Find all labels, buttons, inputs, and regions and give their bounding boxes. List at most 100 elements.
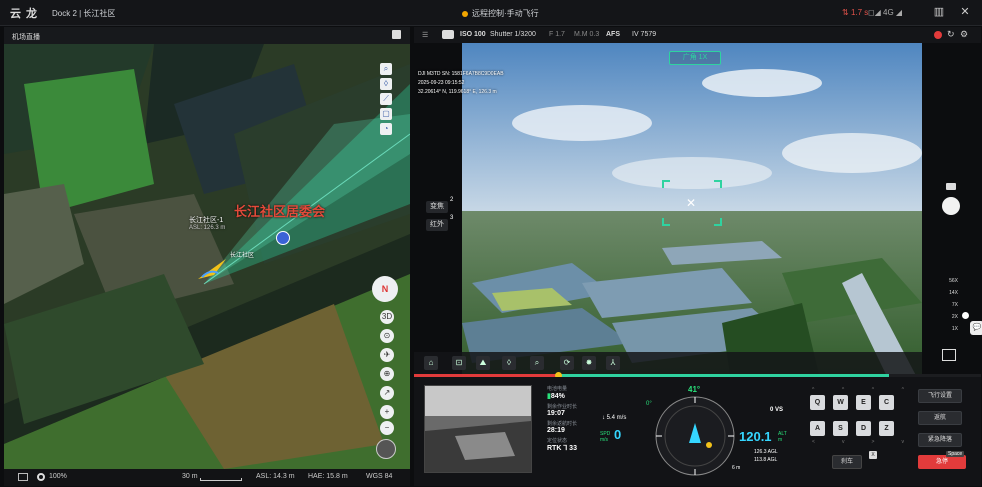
spotlight-icon[interactable]: ✸	[582, 356, 596, 370]
layers-icon[interactable]	[18, 473, 28, 481]
altitude-value: 120.1	[739, 429, 772, 444]
photo-mode-icon[interactable]	[946, 183, 956, 190]
keys-row2: A S D Z	[810, 421, 894, 436]
record-icon[interactable]	[934, 31, 942, 39]
zoom-level-14x[interactable]: 14X	[942, 287, 958, 299]
expand-icon[interactable]	[392, 30, 401, 39]
terrain-icon[interactable]: ⛰	[476, 356, 490, 370]
infrared-mode-button[interactable]: 红外	[426, 219, 448, 231]
map-marker-icon[interactable]: ◊	[380, 78, 392, 90]
osd-time: 2025-09-23 09:15:52	[418, 80, 465, 86]
speed-value: 0	[614, 427, 622, 442]
zoom-level-1x[interactable]: 1X	[942, 323, 958, 335]
flight-settings-button[interactable]: 飞行设置	[918, 389, 962, 403]
heading-value: 41°	[688, 385, 701, 394]
shutter-value[interactable]: Shutter 1/3200	[490, 31, 536, 38]
zoom-slider-handle[interactable]	[962, 312, 969, 319]
zoom-out-button[interactable]: −	[380, 421, 394, 435]
iso-value[interactable]: ISO 100	[460, 31, 486, 38]
locate-icon[interactable]: ⊙	[380, 329, 394, 343]
latency-indicator: ⇅ 1.7 s	[842, 8, 868, 17]
app-logo: 云 龙	[10, 8, 39, 20]
return-home-button[interactable]: 返航	[918, 411, 962, 425]
title-bar: 云 龙 Dock 2 | 长江社区 远程控制·手动飞行 ⇅ 1.7 s ◻◢ 4…	[0, 0, 982, 26]
emergency-stop-button[interactable]: 急停	[918, 455, 966, 469]
frame-icon[interactable]: ⊡	[452, 356, 466, 370]
compass-icon[interactable]: N	[372, 276, 398, 302]
distance-value: 6 m	[732, 465, 741, 471]
key-s[interactable]: S	[833, 421, 848, 436]
rtk-label: 定位状态	[547, 438, 568, 444]
refresh-icon[interactable]: ↻	[947, 29, 955, 40]
key-w[interactable]: W	[833, 395, 848, 410]
target-icon[interactable]: ⊕	[380, 367, 394, 381]
target-asl-label: ASL: 126.3 m	[189, 225, 226, 231]
zoom-level-56x[interactable]: 56X	[942, 275, 958, 287]
map-area-icon[interactable]: ▢	[380, 108, 392, 120]
minimap-icon[interactable]	[376, 439, 396, 459]
keys-row1: Q W E C	[810, 395, 894, 410]
fstop-value: F 1.7	[549, 31, 565, 38]
target-reticle: ✕	[662, 180, 722, 226]
altitude-unit: ALT m	[778, 431, 787, 443]
3d-toggle-button[interactable]: 3D	[380, 310, 394, 324]
reticle-center-icon: ✕	[686, 196, 697, 210]
space-key-tag: Space	[946, 451, 965, 457]
map-panel: 机场直播 长江社区居委会 长江社区-1 ASL: 126.3 m 长江社区 ⌕ …	[4, 27, 410, 486]
heading-small: 0°	[646, 401, 652, 407]
key-z[interactable]: Z	[879, 421, 894, 436]
pin-icon[interactable]: ◊	[502, 356, 516, 370]
village-label: 长江社区居委会	[234, 204, 326, 219]
battery-label: 电池电量	[547, 386, 568, 392]
aircraft-icon[interactable]: ✈	[380, 348, 394, 362]
key-a[interactable]: A	[810, 421, 825, 436]
brake-button[interactable]: 刹车	[832, 455, 862, 469]
mm-value: M.M 0.3	[574, 31, 600, 38]
flight-hud: 电池电量 ▮84% 剩余作业时长 19:07 剩余返航时长 28:19 定位状态…	[414, 377, 981, 486]
drone-position-icon	[198, 259, 226, 279]
key-c[interactable]: C	[879, 395, 894, 410]
measure-icon[interactable]: ↗	[380, 386, 394, 400]
camera-icon[interactable]	[442, 30, 454, 39]
scale-bar	[200, 478, 242, 481]
flight-mode-label: 远程控制·手动飞行	[472, 9, 539, 18]
lens-badge[interactable]: 广角 1X	[669, 51, 721, 65]
zoom-mode-button[interactable]: 变焦	[426, 201, 448, 213]
key-d[interactable]: D	[856, 421, 871, 436]
map-line-icon[interactable]: ⟋	[380, 93, 392, 105]
asl-readout: ASL: 14.3 m	[256, 473, 295, 480]
keys-caret-row2: < v > v	[812, 439, 904, 445]
chat-icon[interactable]: 💬	[970, 321, 982, 335]
map-search-icon[interactable]: ⌕	[380, 63, 392, 75]
settings-gear-icon[interactable]: ⚙	[960, 29, 968, 40]
map-panel-header: 机场直播	[4, 27, 410, 44]
menu-icon[interactable]: ☰	[422, 31, 428, 39]
layout-grid-icon[interactable]: ▥	[932, 5, 946, 19]
map-circle-icon[interactable]: ◔	[380, 123, 392, 135]
fpv-preview[interactable]	[424, 385, 532, 473]
fullscreen-icon[interactable]	[942, 349, 956, 361]
zoom-level-2x[interactable]: 2X	[942, 311, 958, 323]
scale-label: 30 m	[182, 473, 198, 480]
zoom-search-icon[interactable]: ⌕	[530, 356, 544, 370]
map-right-tools: 3D ⊙ ✈ ⊕ ↗ + −	[380, 310, 394, 435]
vertical-speed: 0 VS	[770, 407, 784, 413]
emergency-landing-button[interactable]: 紧急降落	[918, 433, 962, 447]
home-icon[interactable]: ⌂	[424, 356, 438, 370]
agl-secondary: 113.8 AGL	[754, 457, 778, 463]
key-e[interactable]: E	[856, 395, 871, 410]
datum-readout: WGS 84	[366, 473, 393, 480]
zoom-in-button[interactable]: +	[380, 405, 394, 419]
zoom-level-7x[interactable]: 7X	[942, 299, 958, 311]
shutter-button[interactable]	[942, 197, 960, 215]
key-q[interactable]: Q	[810, 395, 825, 410]
window-title: Dock 2 | 长江社区	[52, 9, 116, 18]
focus-mode[interactable]: AFS	[606, 31, 620, 38]
zoom-level: 100%	[49, 473, 67, 480]
osd-coords: 32.20614° N, 119.9618° E, 126.3 m	[418, 89, 497, 95]
rotate-icon[interactable]: ⟳	[560, 356, 574, 370]
close-button[interactable]: ✕	[958, 5, 972, 19]
waypoint-marker-icon[interactable]	[276, 231, 290, 245]
gimbal-icon[interactable]: ⅄	[606, 356, 620, 370]
battery-value: ▮84%	[547, 393, 565, 400]
